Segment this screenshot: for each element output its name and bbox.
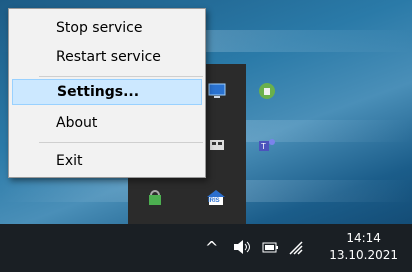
menu-separator xyxy=(39,76,203,77)
iris-app-icon[interactable]: IRIS xyxy=(204,188,228,206)
security-shield-icon[interactable] xyxy=(258,82,276,100)
volume-icon[interactable] xyxy=(232,238,252,260)
menu-separator xyxy=(39,142,203,143)
monitor-app-icon[interactable] xyxy=(208,82,226,100)
menu-item-settings[interactable]: Settings... xyxy=(12,79,202,105)
clock-time: 14:14 xyxy=(346,231,381,245)
network-drive-icon[interactable] xyxy=(208,136,226,154)
vpn-icon[interactable] xyxy=(146,190,164,208)
taskbar: ^ 14:14 13.10.2021 xyxy=(0,224,412,272)
menu-item-restart-service[interactable]: Restart service xyxy=(12,44,202,70)
show-hidden-icons-chevron-icon[interactable]: ^ xyxy=(205,238,218,257)
context-menu: Stop service Restart service Settings...… xyxy=(8,8,206,178)
clock-date: 13.10.2021 xyxy=(329,248,398,262)
menu-item-stop-service[interactable]: Stop service xyxy=(12,15,202,41)
battery-icon[interactable] xyxy=(260,238,280,260)
menu-item-about[interactable]: About xyxy=(12,110,202,136)
menu-item-exit[interactable]: Exit xyxy=(12,148,202,174)
wifi-icon[interactable] xyxy=(286,238,306,260)
iris-label: IRIS xyxy=(208,198,220,204)
svg-text:T: T xyxy=(261,142,266,151)
clock[interactable]: 14:14 13.10.2021 xyxy=(329,230,398,264)
teams-icon[interactable]: T xyxy=(258,136,276,154)
